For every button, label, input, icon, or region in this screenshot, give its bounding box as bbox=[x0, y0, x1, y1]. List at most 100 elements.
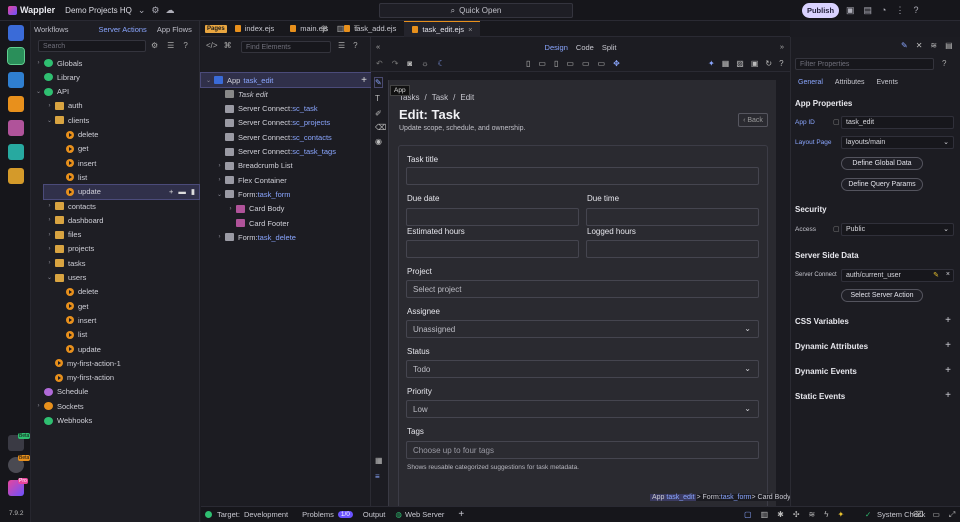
structure-item-form-task-form[interactable]: ⌄ Form: task_form bbox=[201, 187, 371, 201]
breadcrumb-item[interactable]: Task bbox=[432, 93, 448, 102]
chevron-icon[interactable]: › bbox=[46, 232, 53, 238]
sitemap-icon[interactable]: ⊤ bbox=[353, 24, 360, 33]
tab-general[interactable]: General bbox=[798, 79, 823, 86]
book-icon[interactable]: ▤ bbox=[945, 41, 953, 50]
tree-item-schedule[interactable]: Schedule bbox=[31, 385, 200, 399]
tree-item-tasks[interactable]: › tasks bbox=[31, 256, 200, 270]
folder-add-icon[interactable]: ▬ bbox=[178, 187, 186, 196]
tab-app-flows[interactable]: App Flows bbox=[157, 25, 192, 34]
tree-item-delete[interactable]: delete bbox=[31, 128, 200, 142]
drop-icon[interactable]: ◔ bbox=[881, 5, 886, 16]
undo-icon[interactable]: ↶ bbox=[376, 59, 383, 68]
chevron-icon[interactable]: ⌄ bbox=[46, 117, 53, 124]
brush-icon[interactable]: ✐ bbox=[375, 109, 382, 118]
layout-icon[interactable]: ▣ bbox=[846, 5, 855, 16]
layout-page-select[interactable]: layouts/main ⌄ bbox=[841, 136, 954, 149]
puzzle-icon[interactable]: ✣ bbox=[793, 510, 800, 519]
dynamic-events-heading[interactable]: Dynamic Events bbox=[795, 367, 857, 376]
chevron-icon[interactable]: › bbox=[216, 234, 223, 240]
trash-icon[interactable]: ⌫ bbox=[375, 123, 386, 132]
text-icon[interactable]: T bbox=[375, 94, 380, 103]
bolt-icon[interactable]: ϟ bbox=[824, 510, 828, 519]
tree-item-projects[interactable]: › projects bbox=[31, 242, 200, 256]
edit-icon[interactable]: ✎ bbox=[374, 77, 383, 88]
book-icon[interactable]: ▤ bbox=[864, 5, 873, 16]
database-icon[interactable] bbox=[8, 72, 24, 88]
tab-index-ejs[interactable]: index.ejs bbox=[227, 21, 283, 37]
define-global-data-button[interactable]: Define Global Data bbox=[841, 157, 923, 170]
bug-icon[interactable]: ✱ bbox=[777, 510, 784, 519]
chevron-icon[interactable]: › bbox=[46, 103, 53, 109]
select-server-action-button[interactable]: Select Server Action bbox=[841, 289, 923, 302]
grid-icon[interactable]: ▦ bbox=[375, 456, 383, 465]
chevron-icon[interactable]: › bbox=[46, 217, 53, 223]
edit-props-icon[interactable]: ✎ bbox=[901, 41, 908, 50]
stack-icon[interactable]: ≋ bbox=[930, 41, 937, 50]
sun-icon[interactable]: ☼ bbox=[421, 59, 428, 68]
menu-icon[interactable]: ☰ bbox=[167, 41, 174, 50]
dynamic-attributes-heading[interactable]: Dynamic Attributes bbox=[795, 342, 868, 351]
tab-workflows[interactable]: Workflows bbox=[34, 25, 68, 34]
project-select[interactable]: Select project bbox=[406, 280, 759, 298]
tree-item-my-first-action[interactable]: my-first-action bbox=[31, 371, 200, 385]
tree-item-my-first-action-1[interactable]: my-first-action-1 bbox=[31, 356, 200, 370]
layers-toggle-icon[interactable]: ≡ bbox=[375, 472, 380, 481]
eye-icon[interactable]: ◉ bbox=[375, 137, 382, 146]
app-id-input[interactable]: task_edit bbox=[841, 116, 954, 129]
more-icon[interactable]: ⋮ bbox=[895, 5, 904, 16]
tree-item-insert[interactable]: insert bbox=[31, 313, 200, 327]
filter-properties-input[interactable]: Filter Properties bbox=[795, 58, 934, 70]
chevron-icon[interactable]: ⌄ bbox=[46, 274, 53, 281]
blocks-icon[interactable]: ▦ bbox=[722, 59, 730, 68]
collapse-left-icon[interactable]: « bbox=[376, 42, 380, 51]
tree-item-api[interactable]: ⌄ API bbox=[31, 85, 200, 99]
plus-icon[interactable]: + bbox=[945, 390, 951, 401]
help-icon[interactable]: ? bbox=[183, 41, 187, 50]
tree-item-webhooks[interactable]: Webhooks bbox=[31, 414, 200, 428]
workflows-search-input[interactable]: Search bbox=[38, 40, 146, 52]
tree-item-list[interactable]: list bbox=[31, 170, 200, 184]
help-icon[interactable]: ? bbox=[913, 5, 918, 16]
logged-hours-input[interactable] bbox=[586, 240, 759, 258]
collapse-right-icon[interactable]: » bbox=[780, 42, 784, 51]
status-select[interactable]: Todo ⌄ bbox=[406, 360, 759, 378]
tab-attributes[interactable]: Attributes bbox=[835, 79, 865, 86]
plus-icon[interactable]: + bbox=[945, 365, 951, 376]
chevron-icon[interactable]: › bbox=[216, 177, 223, 183]
structure-item-apptask-edit[interactable]: ⌄ App task_edit + bbox=[200, 72, 372, 88]
structure-item-server-connect-sc-task[interactable]: Server Connect: sc_task bbox=[201, 102, 371, 116]
task-title-input[interactable] bbox=[406, 167, 759, 185]
quick-open-bar[interactable]: ⌕ Quick Open bbox=[379, 3, 573, 18]
tree-item-files[interactable]: › files bbox=[31, 228, 200, 242]
chevron-icon[interactable]: › bbox=[46, 203, 53, 209]
star-icon[interactable]: ✦ bbox=[837, 510, 844, 519]
moon-icon[interactable]: ☾ bbox=[438, 59, 445, 68]
chat-icon[interactable]: ▭ bbox=[932, 510, 940, 520]
css-variables-heading[interactable]: CSS Variables bbox=[795, 317, 849, 326]
project-selector[interactable]: Demo Projects HQ ⌄ ⚙ ☁ bbox=[65, 5, 174, 16]
magic-icon[interactable]: ✦ bbox=[708, 59, 715, 68]
static-events-heading[interactable]: Static Events bbox=[795, 392, 845, 401]
due-time-input[interactable] bbox=[586, 208, 759, 226]
tree-item-auth[interactable]: › auth bbox=[31, 99, 200, 113]
design-mode-button[interactable]: Design bbox=[545, 43, 568, 52]
phone-icon[interactable]: ▯ bbox=[526, 59, 530, 68]
access-select[interactable]: Public ⌄ bbox=[841, 223, 954, 236]
gear-icon[interactable]: ⚙ bbox=[151, 5, 159, 16]
publish-button[interactable]: Publish bbox=[802, 3, 839, 18]
code-icon[interactable]: </> bbox=[206, 41, 218, 50]
tree-item-sockets[interactable]: › Sockets bbox=[31, 399, 200, 413]
tablet-icon[interactable]: ▯ bbox=[554, 59, 558, 68]
chevron-icon[interactable]: ⌄ bbox=[216, 191, 223, 198]
chevron-icon[interactable]: ⌄ bbox=[35, 88, 42, 95]
help-icon[interactable]: ? bbox=[942, 59, 946, 68]
fit-icon[interactable]: ✥ bbox=[613, 59, 620, 68]
tree-item-contacts[interactable]: › contacts bbox=[31, 199, 200, 213]
plus-icon[interactable]: + bbox=[169, 187, 173, 196]
tags-input[interactable]: Choose up to four tags bbox=[406, 441, 759, 459]
tab-server-actions[interactable]: Server Actions bbox=[98, 25, 146, 34]
signs-icon[interactable] bbox=[8, 96, 24, 112]
add-element-icon[interactable]: + bbox=[361, 75, 367, 86]
structure-item-form-task-delete[interactable]: › Form: task_delete bbox=[201, 230, 371, 244]
tree-item-dashboard[interactable]: › dashboard bbox=[31, 213, 200, 227]
